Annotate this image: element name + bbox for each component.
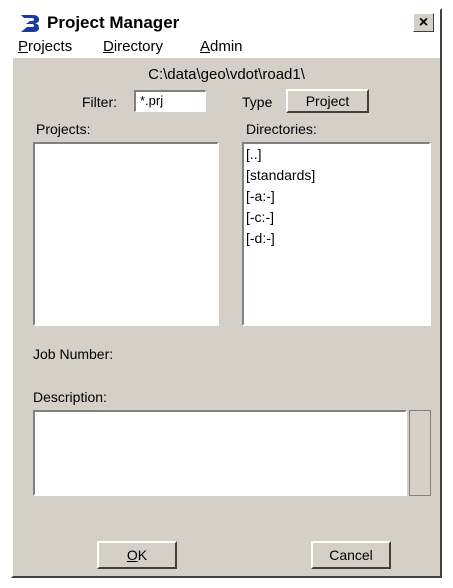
menu-directory-label: irectory xyxy=(113,38,164,55)
job-number-label: Job Number: xyxy=(33,346,114,362)
ok-label: K xyxy=(137,547,148,563)
menu-admin-mnemonic: A xyxy=(200,38,211,55)
menu-directory-mnemonic: D xyxy=(103,38,114,55)
description-scrollbar[interactable] xyxy=(409,410,431,496)
menu-projects-mnemonic: P xyxy=(18,38,29,55)
project-manager-window: Project Manager × Projects Directory Adm… xyxy=(11,8,442,578)
cancel-button[interactable]: Cancel xyxy=(311,541,391,569)
close-button[interactable]: × xyxy=(413,13,434,32)
ok-mnemonic: O xyxy=(126,547,138,563)
menu-admin-label: dmin xyxy=(210,38,243,55)
description-label: Description: xyxy=(33,389,107,405)
directory-item[interactable]: [-d:-] xyxy=(244,228,429,249)
menu-directory[interactable]: Directory xyxy=(103,38,163,56)
menu-projects-label: rojects xyxy=(28,38,73,55)
menu-admin[interactable]: Admin xyxy=(200,38,243,56)
directories-label: Directories: xyxy=(246,121,317,137)
projects-label: Projects: xyxy=(36,121,91,137)
ok-button[interactable]: OK xyxy=(97,541,177,569)
projects-list[interactable] xyxy=(33,142,219,326)
directories-list[interactable]: [..] [standards] [-a:-] [-c:-] [-d:-] xyxy=(242,142,431,326)
menu-projects[interactable]: Projects xyxy=(18,38,72,56)
filter-input[interactable]: *.prj xyxy=(134,90,206,112)
current-path: C:\data\geo\vdot\road1\ xyxy=(148,66,305,83)
app-logo-icon xyxy=(21,15,39,32)
directory-item[interactable]: [..] xyxy=(244,144,429,165)
description-field[interactable] xyxy=(33,410,407,496)
window-title: Project Manager xyxy=(47,13,180,32)
directory-item[interactable]: [-c:-] xyxy=(244,207,429,228)
directory-item[interactable]: [standards] xyxy=(244,165,429,186)
menu-bar: Projects Directory Admin xyxy=(13,36,440,58)
title-bar[interactable]: Project Manager × xyxy=(13,10,440,36)
type-label: Type xyxy=(242,94,273,110)
filter-label: Filter: xyxy=(82,94,117,110)
type-button[interactable]: Project xyxy=(286,89,369,113)
directory-item[interactable]: [-a:-] xyxy=(244,186,429,207)
